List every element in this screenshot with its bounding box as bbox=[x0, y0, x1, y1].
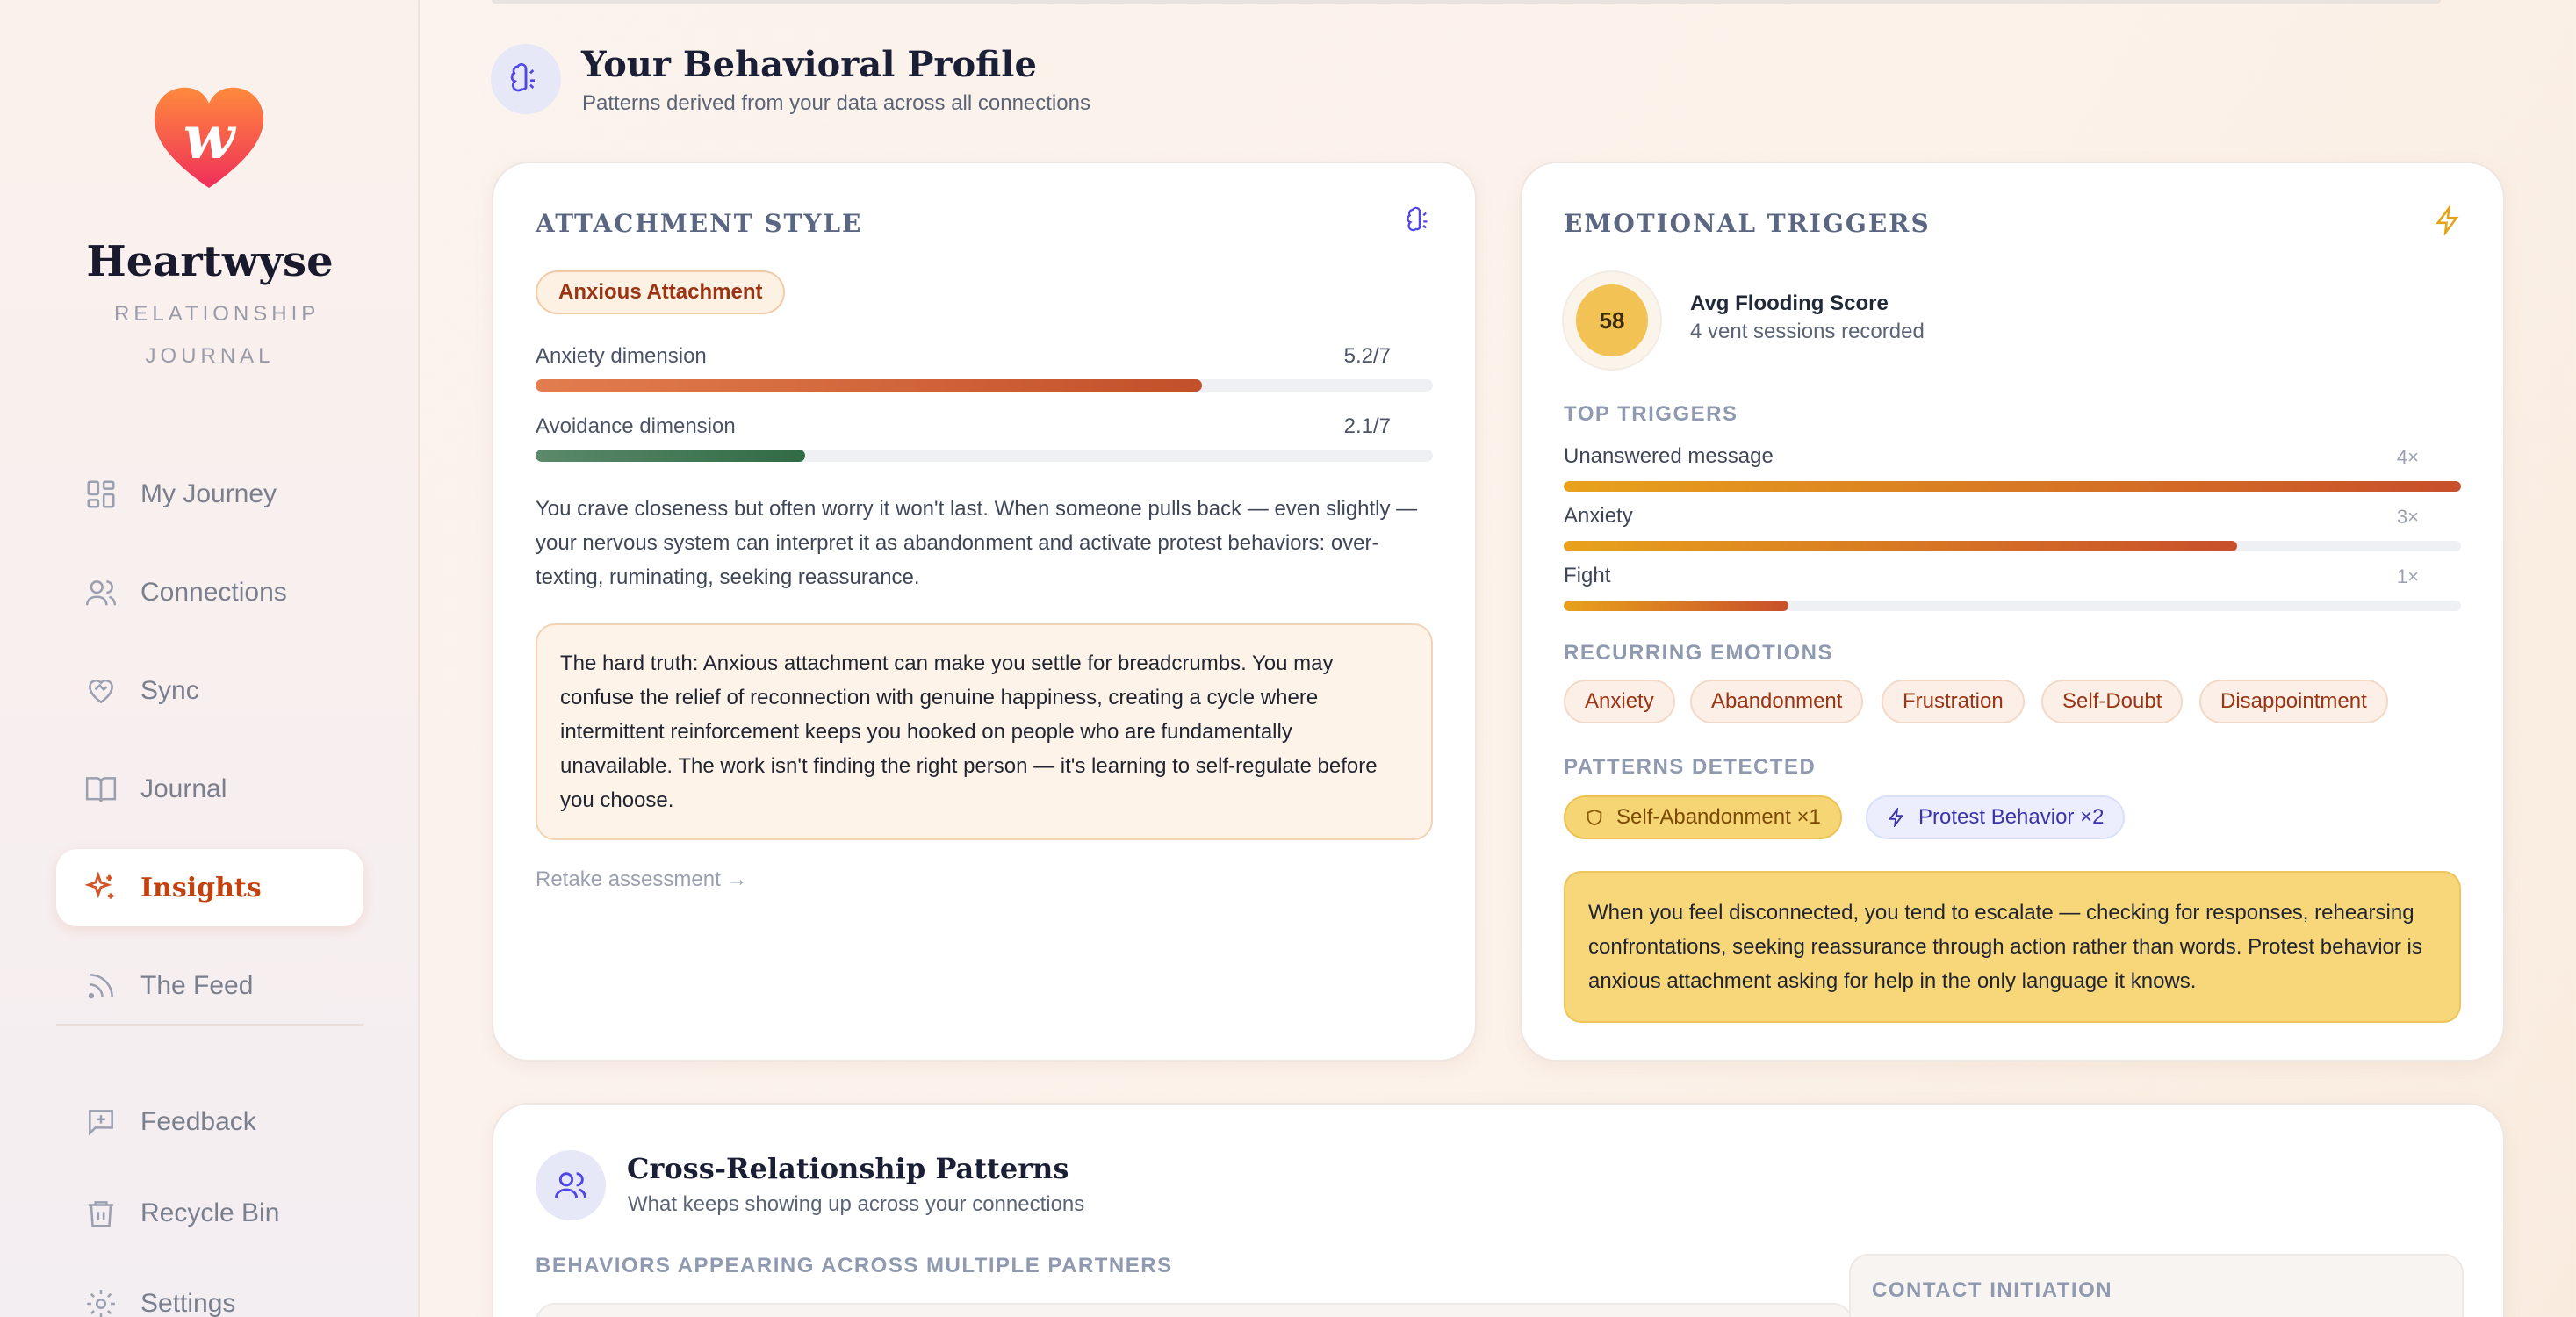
avoidance-dimension-fill bbox=[536, 450, 805, 462]
brain-icon bbox=[1407, 206, 1428, 232]
trash-icon bbox=[88, 1201, 114, 1227]
contact-initiation-heading: CONTACT INITIATION bbox=[1872, 1278, 2113, 1302]
trigger-bar bbox=[1564, 601, 2461, 611]
gear-icon bbox=[87, 1290, 115, 1317]
anxiety-dimension-bar bbox=[536, 379, 1433, 392]
nav-item-my-journey[interactable]: My Journey bbox=[56, 456, 363, 533]
brand-subtitle: RELATIONSHIP JOURNAL bbox=[114, 302, 320, 368]
hard-truth-callout: The hard truth: Anxious attachment can m… bbox=[536, 623, 1433, 840]
emotion-chip: Disappointment bbox=[2199, 680, 2388, 723]
top-triggers-heading: TOP TRIGGERS bbox=[1564, 402, 1738, 426]
shield-icon bbox=[1587, 809, 1602, 826]
trigger-count: 3× bbox=[2396, 506, 2419, 528]
cross-relationship-card: Cross-Relationship Patterns What keeps s… bbox=[492, 1103, 2505, 1317]
heartwyse-logo[interactable]: w bbox=[151, 84, 267, 193]
book-icon bbox=[85, 777, 117, 802]
anxiety-dimension-label: Anxiety dimension bbox=[536, 344, 707, 368]
cross-subtitle: What keeps showing up across your connec… bbox=[628, 1192, 1085, 1216]
anxiety-dimension-fill bbox=[536, 379, 1203, 392]
nav-item-settings[interactable]: Settings bbox=[56, 1265, 363, 1317]
trigger-bar-fill bbox=[1564, 601, 1788, 611]
heart-handshake-icon bbox=[89, 679, 113, 704]
nav-label: Recycle Bin bbox=[140, 1198, 280, 1227]
nav-item-sync[interactable]: Sync bbox=[56, 652, 363, 730]
flooding-score-ring: 58 bbox=[1564, 272, 1660, 369]
pattern-chip-self-abandonment: Self-Abandonment ×1 bbox=[1564, 795, 1842, 839]
nav-label: Insights bbox=[140, 872, 262, 903]
contact-initiation-panel: CONTACT INITIATION bbox=[1849, 1254, 2464, 1317]
anxiety-dimension-value: 5.2/7 bbox=[1343, 344, 1391, 368]
brand-name: Heartwyse bbox=[86, 237, 334, 286]
svg-text:w: w bbox=[183, 103, 237, 173]
nav-divider bbox=[56, 1024, 363, 1026]
trigger-bar-fill bbox=[1564, 541, 2237, 551]
emotion-chip: Anxiety bbox=[1564, 680, 1675, 723]
trigger-count: 4× bbox=[2396, 446, 2419, 468]
nav-item-journal[interactable]: Journal bbox=[56, 751, 363, 828]
retake-assessment-link[interactable]: Retake assessment → bbox=[536, 867, 747, 892]
bolt-icon bbox=[2436, 205, 2459, 235]
flooding-score-value: 58 bbox=[1576, 284, 1648, 356]
trigger-label: Unanswered message bbox=[1564, 444, 1774, 468]
nav-item-recycle-bin[interactable]: Recycle Bin bbox=[56, 1175, 363, 1252]
sidebar: w Heartwyse RELATIONSHIP JOURNAL My Jour… bbox=[0, 0, 420, 1317]
nav-item-insights[interactable]: Insights bbox=[56, 849, 363, 926]
nav-item-connections[interactable]: Connections bbox=[56, 554, 363, 631]
attachment-style-card: ATTACHMENT STYLE Anxious Attachment Anxi… bbox=[492, 162, 1477, 1062]
nav-label: Feedback bbox=[140, 1107, 256, 1136]
trigger-label: Anxiety bbox=[1564, 504, 1633, 528]
page-title: Your Behavioral Profile bbox=[581, 44, 1037, 85]
trigger-bar bbox=[1564, 541, 2461, 551]
nav-label: Settings bbox=[140, 1289, 236, 1317]
nav-label: Sync bbox=[140, 676, 199, 705]
patterns-detected-heading: PATTERNS DETECTED bbox=[1564, 755, 1817, 779]
cross-title: Cross-Relationship Patterns bbox=[627, 1152, 1069, 1185]
emotional-triggers-card: EMOTIONAL TRIGGERS 58 Avg Flooding Score… bbox=[1520, 162, 2505, 1062]
behaviors-heading: BEHAVIORS APPEARING ACROSS MULTIPLE PART… bbox=[536, 1254, 1173, 1277]
attachment-description: You crave closeness but often worry it w… bbox=[536, 497, 1418, 589]
avoidance-dimension-value: 2.1/7 bbox=[1343, 414, 1391, 438]
card-title: EMOTIONAL TRIGGERS bbox=[1564, 209, 1931, 238]
sparkles-icon bbox=[84, 871, 114, 899]
card-title: ATTACHMENT STYLE bbox=[536, 209, 863, 238]
pattern-label: Protest Behavior ×2 bbox=[1918, 805, 2105, 829]
behaviors-panel bbox=[536, 1303, 1853, 1317]
avoidance-dimension-bar bbox=[536, 450, 1433, 462]
trigger-bar bbox=[1564, 481, 2461, 492]
nav-label: Connections bbox=[140, 578, 287, 607]
brain-icon bbox=[510, 63, 535, 92]
emotion-chip: Frustration bbox=[1882, 680, 2025, 723]
trigger-bar-fill bbox=[1564, 481, 2461, 492]
trigger-label: Fight bbox=[1564, 564, 1611, 587]
users-icon bbox=[85, 580, 117, 606]
cross-icon-badge bbox=[536, 1150, 606, 1220]
profile-icon-badge bbox=[491, 44, 561, 114]
grid-icon bbox=[87, 480, 115, 508]
avoidance-dimension-label: Avoidance dimension bbox=[536, 414, 736, 438]
pattern-chip-protest-behavior: Protest Behavior ×2 bbox=[1866, 795, 2126, 839]
nav-label: My Journey bbox=[140, 479, 277, 508]
emotion-chip: Self-Doubt bbox=[2041, 680, 2184, 723]
nav-label: Journal bbox=[140, 774, 227, 803]
flooding-score-sub: 4 vent sessions recorded bbox=[1690, 320, 1925, 343]
nav-item-the-feed[interactable]: The Feed bbox=[56, 947, 363, 1025]
message-plus-icon bbox=[89, 1110, 113, 1136]
page-subtitle: Patterns derived from your data across a… bbox=[582, 91, 1090, 115]
pattern-label: Self-Abandonment ×1 bbox=[1616, 805, 1821, 829]
users-icon bbox=[554, 1172, 587, 1199]
bolt-icon bbox=[1888, 808, 1904, 827]
recurring-emotions-heading: RECURRING EMOTIONS bbox=[1564, 641, 1834, 665]
protest-behavior-note: When you feel disconnected, you tend to … bbox=[1564, 871, 2461, 1023]
attachment-badge: Anxious Attachment bbox=[536, 270, 786, 314]
flooding-score-label: Avg Flooding Score bbox=[1690, 291, 1889, 315]
rss-icon bbox=[88, 974, 113, 999]
nav-item-feedback[interactable]: Feedback bbox=[56, 1083, 363, 1161]
top-card-edge bbox=[492, 0, 2441, 4]
nav-label: The Feed bbox=[140, 971, 254, 1000]
emotion-chip: Abandonment bbox=[1690, 680, 1864, 723]
trigger-count: 1× bbox=[2396, 565, 2419, 587]
